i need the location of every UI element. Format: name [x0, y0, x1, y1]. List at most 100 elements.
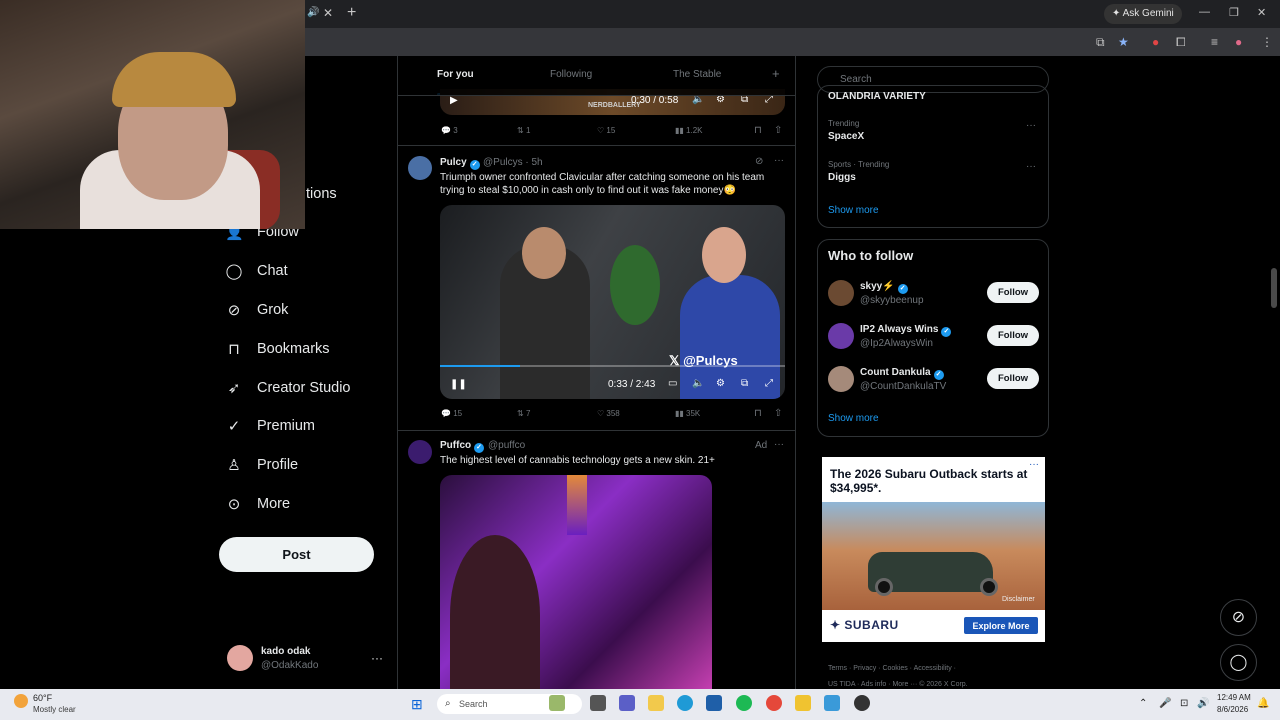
- teams-icon[interactable]: [619, 695, 635, 711]
- follow-suggestion-name[interactable]: Count Dankula ✓: [860, 367, 944, 380]
- trend-name[interactable]: SpaceX: [828, 131, 864, 142]
- taskbar-search-highlight-icon[interactable]: [549, 695, 565, 711]
- weather-icon[interactable]: [14, 694, 28, 708]
- tweet3-avatar[interactable]: [408, 440, 432, 464]
- task-view-icon[interactable]: [590, 695, 606, 711]
- tweet1-reply-button[interactable]: 💬 3: [441, 126, 458, 135]
- tweet2-share-icon[interactable]: ⇧: [774, 408, 782, 419]
- close-window-button[interactable]: ✕: [1257, 6, 1266, 19]
- nav-item-premium[interactable]: ✓ Premium: [225, 417, 315, 435]
- obs-icon[interactable]: [854, 695, 870, 711]
- tweet1-like-button[interactable]: ♡ 15: [597, 126, 615, 135]
- page-scrollbar[interactable]: [1271, 268, 1277, 308]
- ad-more-icon[interactable]: ···: [1029, 459, 1039, 470]
- extension-icon[interactable]: ●: [1152, 35, 1159, 49]
- extensions-puzzle-icon[interactable]: ⧠: [1176, 35, 1186, 50]
- weather-condition[interactable]: Mostly clear: [33, 705, 76, 714]
- follow-button[interactable]: Follow: [987, 325, 1039, 346]
- trend-name[interactable]: OLANDRIA VARIETY: [828, 91, 926, 102]
- ad-disclaimer[interactable]: Disclaimer: [1002, 596, 1035, 603]
- network-icon[interactable]: ⊡: [1180, 698, 1188, 709]
- tweet2-pause-icon[interactable]: ❚❚: [450, 379, 467, 390]
- tab-following[interactable]: Following: [550, 69, 592, 80]
- bookmark-star-icon[interactable]: ★: [1118, 35, 1129, 49]
- follow-suggestion-avatar[interactable]: [828, 323, 854, 349]
- tweet1-views[interactable]: ▮▮ 1.2K: [675, 126, 703, 135]
- nav-item-profile[interactable]: ♙ Profile: [225, 456, 298, 474]
- tweet1-bookmark-icon[interactable]: ⊓: [754, 125, 762, 136]
- tweet1-play-icon[interactable]: ▶: [450, 95, 458, 106]
- nav-item-grok[interactable]: ⊘ Grok: [225, 301, 289, 319]
- tweet2-reply-button[interactable]: 💬 15: [441, 409, 462, 418]
- tab-audio-icon[interactable]: 🔊: [307, 7, 319, 18]
- account-avatar[interactable]: [227, 645, 253, 671]
- restore-button[interactable]: ❐: [1229, 6, 1239, 19]
- install-icon[interactable]: ⧉: [1096, 35, 1105, 50]
- follow-suggestion-handle[interactable]: @CountDankulaTV: [860, 381, 946, 392]
- tweet3-media[interactable]: [440, 475, 712, 689]
- follow-suggestion-name[interactable]: skyy⚡ ✓: [860, 281, 908, 294]
- follow-button[interactable]: Follow: [987, 282, 1039, 303]
- nav-item-notifications-partial[interactable]: tions: [306, 186, 337, 202]
- edge-icon[interactable]: [677, 695, 693, 711]
- tweet2-grok-icon[interactable]: ⊘: [755, 156, 763, 167]
- microphone-icon[interactable]: 🎤: [1159, 698, 1171, 709]
- profile-avatar-icon[interactable]: ●: [1235, 35, 1242, 49]
- tweet2-avatar[interactable]: [408, 156, 432, 180]
- browser-menu-icon[interactable]: ⋮: [1261, 35, 1273, 49]
- tweet2-video[interactable]: [440, 205, 785, 399]
- media-controls-icon[interactable]: ≡: [1211, 35, 1218, 49]
- account-more-button[interactable]: ···: [371, 651, 383, 665]
- follow-suggestion-handle[interactable]: @Ip2AlwaysWin: [860, 338, 933, 349]
- tweet2-views[interactable]: ▮▮ 35K: [675, 409, 700, 418]
- follow-suggestion-name[interactable]: IP2 Always Wins ✓: [860, 324, 952, 337]
- tweet2-author[interactable]: Pulcy ✓: [440, 157, 480, 170]
- trends-show-more-link[interactable]: Show more: [828, 205, 879, 216]
- app-icon[interactable]: [795, 695, 811, 711]
- trend-more-icon[interactable]: ···: [1026, 120, 1036, 131]
- tweet2-more-icon[interactable]: ···: [774, 155, 784, 166]
- account-name[interactable]: kado odak: [261, 646, 310, 657]
- tweet2-handle[interactable]: @Pulcys · 5h: [483, 157, 543, 168]
- tweet2-captions-icon[interactable]: ▭: [668, 378, 677, 389]
- file-explorer-icon[interactable]: [648, 695, 664, 711]
- tweet1-repost-button[interactable]: ⇅ 1: [517, 126, 530, 135]
- ask-gemini-button[interactable]: ✦ Ask Gemini: [1104, 4, 1182, 24]
- trend-more-icon[interactable]: ···: [1026, 161, 1036, 172]
- app-icon[interactable]: [824, 695, 840, 711]
- nav-item-chat[interactable]: ◯ Chat: [225, 262, 288, 280]
- tweet3-author[interactable]: Puffco ✓: [440, 440, 485, 453]
- store-icon[interactable]: [706, 695, 722, 711]
- follow-suggestion-avatar[interactable]: [828, 366, 854, 392]
- tab-close-button[interactable]: ✕: [323, 6, 333, 20]
- follow-suggestion-handle[interactable]: @skyybeenup: [860, 295, 924, 306]
- tab-the-stable[interactable]: The Stable: [673, 69, 721, 80]
- trend-name[interactable]: Diggs: [828, 172, 856, 183]
- post-button[interactable]: Post: [219, 537, 374, 572]
- footer-links[interactable]: Terms · Privacy · Cookies · Accessibilit…: [828, 665, 956, 672]
- minimize-button[interactable]: —: [1199, 6, 1210, 18]
- nav-item-more[interactable]: ⊙ More: [225, 495, 290, 513]
- footer-links[interactable]: US TIDA · Ads info · More ··· © 2026 X C…: [828, 681, 968, 688]
- nav-item-bookmarks[interactable]: ⊓ Bookmarks: [225, 340, 329, 358]
- follow-button[interactable]: Follow: [987, 368, 1039, 389]
- windows-start-icon[interactable]: ⊞: [411, 696, 423, 713]
- new-tab-button[interactable]: +: [347, 4, 356, 22]
- follow-suggestion-avatar[interactable]: [828, 280, 854, 306]
- explore-more-button[interactable]: Explore More: [964, 617, 1038, 634]
- subaru-ad[interactable]: ··· The 2026 Subaru Outback starts at $3…: [822, 457, 1045, 642]
- tweet2-volume-icon[interactable]: 🔈: [692, 378, 704, 389]
- add-tab-button[interactable]: +: [772, 66, 780, 81]
- account-handle[interactable]: @OdakKado: [261, 660, 318, 671]
- taskbar-time[interactable]: 12:49 AM: [1217, 693, 1251, 702]
- tweet2-pip-icon[interactable]: ⧉: [741, 378, 748, 389]
- grok-fab-icon[interactable]: ⊘: [1220, 599, 1257, 636]
- volume-icon[interactable]: 🔊: [1197, 698, 1209, 709]
- tweet2-repost-button[interactable]: ⇅ 7: [517, 409, 530, 418]
- spotify-icon[interactable]: [736, 695, 752, 711]
- tray-overflow-icon[interactable]: ⌃: [1139, 698, 1147, 709]
- tweet2-settings-icon[interactable]: ⚙: [716, 378, 725, 389]
- tab-for-you[interactable]: For you: [437, 69, 474, 80]
- tweet1-share-icon[interactable]: ⇧: [774, 125, 782, 136]
- tweet3-handle[interactable]: @puffco: [488, 440, 525, 451]
